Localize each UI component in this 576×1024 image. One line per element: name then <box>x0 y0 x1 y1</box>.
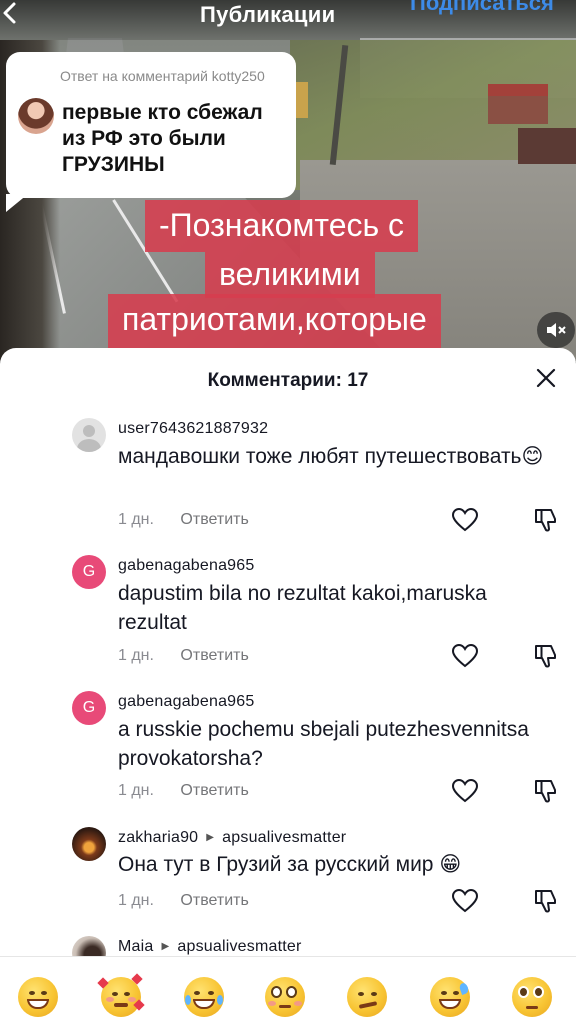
dislike-icon[interactable] <box>533 778 559 804</box>
reply-button[interactable]: Ответить <box>180 892 248 909</box>
smiling-hearts-emoji[interactable] <box>97 973 145 1017</box>
close-icon[interactable] <box>534 366 558 390</box>
dislike-icon[interactable] <box>533 643 559 669</box>
reply-arrow-icon: ▶ <box>206 832 215 843</box>
avatar <box>18 98 54 134</box>
comment-meta: 1 дн. Ответить <box>118 647 249 665</box>
reply-arrow-icon: ▶ <box>161 941 170 952</box>
avatar[interactable] <box>72 827 106 861</box>
comment-time: 1 дн. <box>118 782 154 799</box>
reply-to-username[interactable]: apsualivesmatter <box>177 938 301 955</box>
video-background <box>518 128 576 164</box>
comment-meta: 1 дн. Ответить <box>118 511 249 529</box>
comment-username-text: zakharia90 <box>118 829 199 846</box>
video-caption-line: патриотами,которые <box>108 294 441 354</box>
comment-username[interactable]: user7643621887932 <box>118 420 268 438</box>
avatar[interactable]: G <box>72 691 106 725</box>
comments-sheet: Комментарии: 17 user7643621887932 мандав… <box>0 348 576 1024</box>
comment-time: 1 дн. <box>118 892 154 909</box>
reply-sticker-text: первые кто сбежал из РФ это были ГРУЗИНЫ <box>62 101 263 176</box>
speaker-muted-icon <box>547 323 566 337</box>
reply-sticker[interactable]: Ответ на комментарий kotty250 первые кто… <box>6 52 296 212</box>
sweat-smile-emoji[interactable] <box>430 977 470 1017</box>
subscribe-button[interactable]: Подписаться <box>410 0 554 16</box>
reply-button[interactable]: Ответить <box>180 511 248 528</box>
emoji-quick-bar <box>0 956 576 1024</box>
heart-icon[interactable] <box>452 889 478 913</box>
reply-button[interactable]: Ответить <box>180 782 248 799</box>
reply-to-username[interactable]: apsualivesmatter <box>222 829 346 846</box>
comment-time: 1 дн. <box>118 511 154 528</box>
comment-username-text: Maia <box>118 938 154 955</box>
reply-sticker-label: Ответ на комментарий kotty250 <box>60 68 265 84</box>
comment-username[interactable]: Maia ▶ apsualivesmatter <box>118 938 302 956</box>
comment-meta: 1 дн. Ответить <box>118 892 249 910</box>
heart-icon[interactable] <box>452 508 478 532</box>
back-icon[interactable] <box>0 0 22 26</box>
pleading-emoji[interactable] <box>512 977 552 1017</box>
mute-button[interactable] <box>537 312 575 348</box>
comment-username[interactable]: zakharia90 ▶ apsualivesmatter <box>118 829 346 847</box>
heart-icon[interactable] <box>452 779 478 803</box>
comment-username[interactable]: gabenagabena965 <box>118 557 254 575</box>
comment-meta: 1 дн. Ответить <box>118 782 249 800</box>
avatar[interactable] <box>72 418 106 452</box>
video-background <box>488 84 548 124</box>
comments-title: Комментарии: 17 <box>207 370 369 391</box>
top-bar: Публикации Подписаться <box>0 0 576 40</box>
tears-of-joy-emoji[interactable] <box>184 977 224 1017</box>
video-caption-line: великими <box>205 252 375 298</box>
comment-text: Она тут в Грузий за русский мир 😁 <box>118 853 462 876</box>
video-background <box>296 82 308 118</box>
comment-text: dapustim bila no rezultat kakoi,maruska … <box>118 582 487 634</box>
reply-button[interactable]: Ответить <box>180 647 248 664</box>
comment-text: a russkie pochemu sbejali putezhesvennit… <box>118 718 529 770</box>
comment-time: 1 дн. <box>118 647 154 664</box>
dislike-icon[interactable] <box>533 888 559 914</box>
comment-username[interactable]: gabenagabena965 <box>118 693 254 711</box>
dislike-icon[interactable] <box>533 507 559 533</box>
smirk-emoji[interactable] <box>347 977 387 1017</box>
grin-emoji[interactable] <box>18 977 58 1017</box>
comment-text: мандавошки тоже любят путешествовать😊 <box>118 445 544 468</box>
page-title: Публикации <box>200 2 336 27</box>
avatar[interactable]: G <box>72 555 106 589</box>
flushed-emoji[interactable] <box>265 977 305 1017</box>
video-player[interactable]: Публикации Подписаться Ответ на коммента… <box>0 0 576 362</box>
video-caption-line: -Познакомтесь с <box>145 200 419 252</box>
heart-icon[interactable] <box>452 644 478 668</box>
